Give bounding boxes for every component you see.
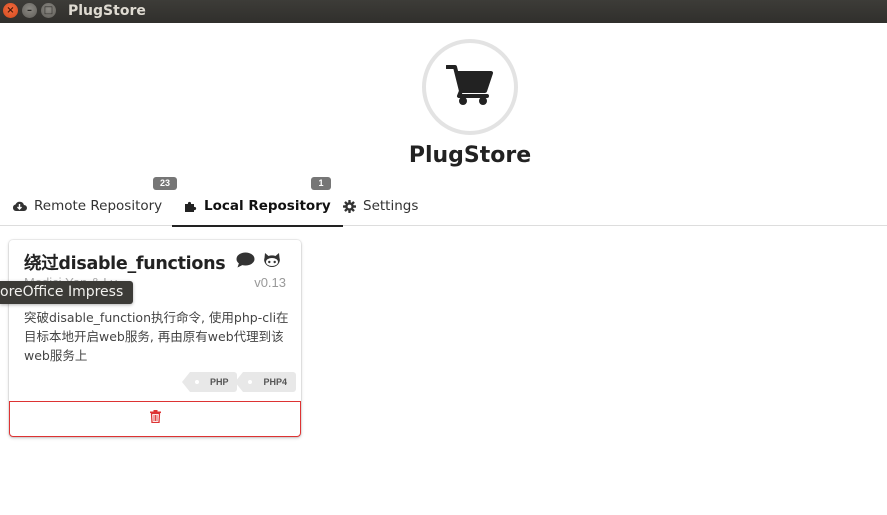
- tag-php4: PHP4: [235, 372, 296, 392]
- tab-remote-repository[interactable]: Remote Repository: [12, 186, 162, 226]
- delete-plugin-button[interactable]: [9, 401, 301, 437]
- plugin-title: 绕过disable_functions: [24, 254, 226, 274]
- trash-icon: [149, 410, 161, 428]
- window-maximize-button[interactable]: □: [41, 3, 56, 18]
- puzzle-piece-icon: [184, 199, 197, 212]
- tab-remote-repository-label: Remote Repository: [34, 198, 163, 214]
- shopping-cart-icon: [445, 64, 494, 111]
- window-title: PlugStore: [68, 3, 146, 19]
- gear-icon: [343, 199, 356, 213]
- tab-local-repository-label: Local Repository: [204, 197, 331, 214]
- window-minimize-button[interactable]: –: [22, 3, 37, 18]
- plugin-tags: PHP PHP4: [182, 372, 296, 392]
- window-titlebar[interactable]: × – □ PlugStore: [0, 0, 887, 23]
- plugin-version: v0.13: [254, 275, 286, 290]
- app-logo: [422, 39, 518, 135]
- tab-local-repository[interactable]: Local Repository: [172, 186, 343, 227]
- plugin-links: [236, 252, 281, 273]
- repository-tabs: Remote Repository Local Repository Setti…: [0, 177, 887, 227]
- app-title: PlugStore: [408, 143, 532, 168]
- window-close-button[interactable]: ×: [3, 3, 18, 18]
- tooltip: oreOffice Impress: [0, 281, 134, 304]
- plugin-card: 绕过disable_functions Medici.Yan & Lv v0.1…: [9, 240, 301, 437]
- remote-count-badge: 23: [153, 177, 177, 190]
- local-count-badge: 1: [311, 177, 331, 190]
- cloud-download-icon: [12, 200, 27, 212]
- tab-settings-label: Settings: [363, 198, 419, 214]
- tab-settings[interactable]: Settings: [343, 186, 418, 226]
- plugin-description: 突破disable_function执行命令, 使用php-cli在目标本地开启…: [24, 310, 289, 363]
- comment-icon[interactable]: [236, 252, 255, 273]
- github-icon[interactable]: [263, 252, 281, 273]
- tag-php: PHP: [182, 372, 238, 392]
